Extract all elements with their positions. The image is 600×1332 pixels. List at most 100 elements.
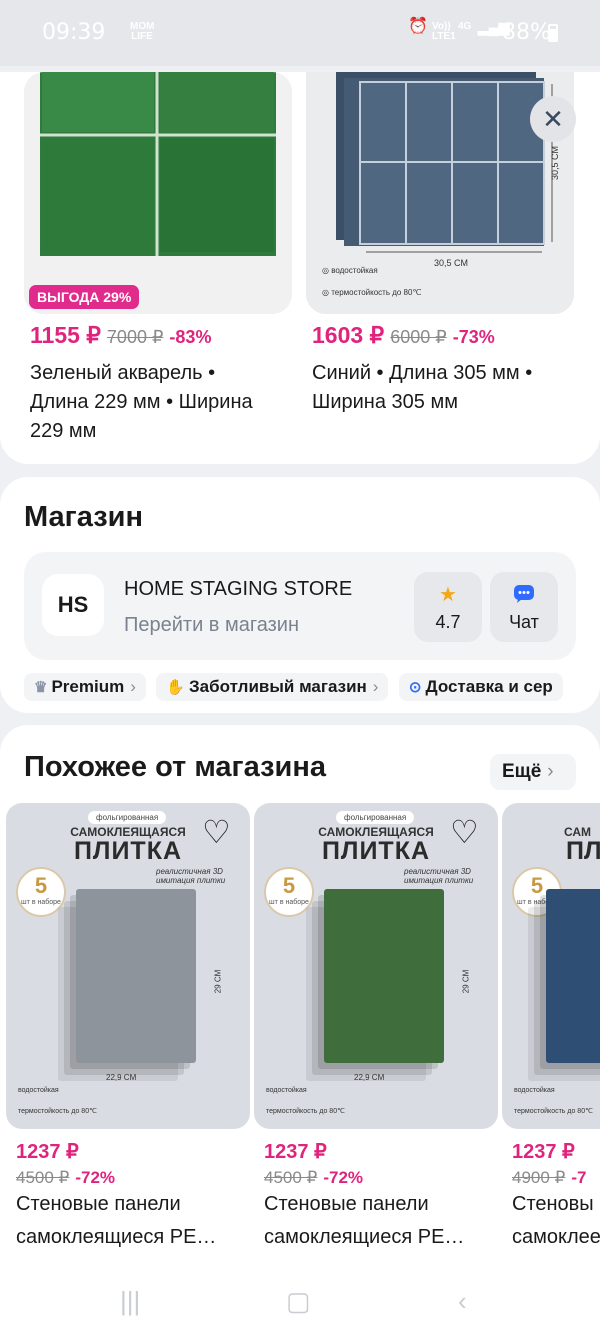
close-icon: ✕: [542, 104, 564, 134]
chip-label: Доставка и сер: [425, 677, 553, 696]
feature-waterproof-text: водостойкая: [331, 266, 378, 275]
set-count-badge: 5 шт в наборе: [264, 867, 314, 917]
price-discount: -73%: [452, 327, 495, 347]
close-button[interactable]: ✕: [530, 96, 576, 142]
tile-panel: [546, 889, 600, 1063]
battery-icon: [548, 24, 558, 42]
price-old: 6000 ₽: [390, 327, 447, 347]
carrier-logo: MOM LIFE: [130, 21, 155, 42]
back-icon[interactable]: ‹: [458, 1286, 467, 1317]
similar-card: Похожее от магазина Ещё › фольгированная …: [0, 725, 600, 1332]
product-image-green[interactable]: [24, 72, 292, 314]
title-line: Зеленый акварель •: [30, 362, 216, 384]
product-image: фольгированная САМОКЛЕЯЩАЯСЯ ПЛИТКА ♡ 5ш…: [6, 803, 250, 1129]
status-time: 09:39: [42, 20, 106, 45]
star-icon: ★: [439, 584, 457, 606]
tile-panel: [324, 889, 444, 1063]
alarm-icon: ⏰: [408, 18, 428, 35]
top-products-card: 30,5 CM 30,5 CM ◎ водостойкая ◎ термосто…: [0, 72, 600, 464]
dimension-height: 29 CM: [213, 969, 223, 994]
headline-2: ПЛ: [566, 837, 600, 865]
green-tile-photo: [24, 72, 292, 314]
set-count: 5: [282, 873, 296, 898]
rating-value: 4.7: [435, 612, 461, 632]
dimension-width: 30,5 CM: [434, 258, 469, 268]
hands-icon: ✋: [166, 679, 186, 696]
feature-heat-text: термостойкость до 80℃: [331, 288, 422, 297]
price-discount: -83%: [169, 327, 212, 347]
product-title-1[interactable]: Зеленый акварель • Длина 229 мм • Ширина…: [30, 359, 300, 446]
tag-foil: фольгированная: [336, 811, 415, 824]
crown-icon: ♛: [34, 679, 48, 696]
price-old: 7000 ₽: [106, 327, 164, 347]
title-line: самоклеящиеся PE…: [264, 1226, 465, 1248]
battery-percent: 88%: [502, 20, 551, 45]
price-current: 1603 ₽: [312, 322, 385, 348]
price-current: 1155 ₽: [30, 322, 101, 348]
price-current: 1237 ₽: [264, 1141, 327, 1163]
product-image: фольгированная САМОКЛЕЯЩАЯСЯ ПЛИТКА ♡ 5ш…: [254, 803, 498, 1129]
heart-icon[interactable]: ♡: [450, 813, 479, 851]
title-line: самоклее: [512, 1226, 600, 1248]
title-line: Стеновые панели: [16, 1193, 181, 1215]
title-line: Стеновы: [512, 1193, 594, 1215]
discount-badge: ВЫГОДА 29%: [29, 285, 140, 309]
similar-product-3[interactable]: САМ ПЛ 5 шт в наборе водостойкая термосто…: [502, 803, 600, 1254]
product-title-2[interactable]: Синий • Длина 305 мм • Ширина 305 мм: [312, 359, 582, 417]
status-bar: 09:39 MOM LIFE ⏰ Vo)) LTE1 4G ▂▄▆ 88%: [0, 0, 600, 66]
dimension-width: 22,9 CM: [106, 1073, 137, 1082]
tile-panel: [76, 889, 196, 1063]
heart-icon[interactable]: ♡: [202, 813, 231, 851]
price-current: 1237 ₽: [512, 1141, 575, 1163]
dimension-width: 22,9 CM: [354, 1073, 385, 1082]
set-count: 5: [34, 873, 48, 898]
feature-waterproof: водостойкая: [514, 1087, 555, 1094]
price-old: 4900 ₽: [512, 1168, 566, 1187]
delivery-icon: ⊙: [408, 679, 422, 696]
chip-caring-store[interactable]: ✋ Заботливый магазин ›: [156, 673, 389, 701]
feature-heat: термостойкость до 80℃: [514, 1108, 593, 1115]
set-count-unit: шт в наборе: [21, 899, 61, 906]
go-to-store-link[interactable]: Перейти в магазин: [124, 614, 299, 637]
home-icon[interactable]: ▢: [286, 1286, 311, 1317]
similar-product-2[interactable]: фольгированная САМОКЛЕЯЩАЯСЯ ПЛИТКА ♡ 5ш…: [254, 803, 498, 1254]
feature-waterproof: водостойкая: [266, 1087, 307, 1094]
note: реалистичная 3D имитация плитки: [156, 867, 226, 885]
chip-label: Premium: [51, 677, 125, 696]
price-discount: -72%: [323, 1168, 364, 1187]
title-line: Ширина 305 мм: [312, 391, 458, 413]
feature-waterproof: ◎ водостойкая: [322, 266, 378, 275]
network-type-icon: 4G: [458, 21, 472, 32]
price-current: 1237 ₽: [16, 1141, 79, 1163]
recent-apps-icon[interactable]: |||: [120, 1286, 140, 1317]
volte-icon: Vo)) LTE1: [432, 21, 456, 42]
similar-section-title: Похожее от магазина: [24, 751, 326, 783]
tag-foil: фольгированная: [88, 811, 167, 824]
more-label: Ещё: [502, 761, 542, 782]
note: реалистичная 3D имитация плитки: [404, 867, 474, 885]
title-line: самоклеящиеся PE…: [16, 1226, 217, 1248]
chip-delivery[interactable]: ⊙ Доставка и сер: [398, 673, 563, 701]
chat-icon: [490, 584, 558, 606]
title-line: Длина 229 мм • Ширина: [30, 391, 253, 413]
feature-heat: ◎ термостойкость до 80℃: [322, 288, 422, 297]
chip-premium[interactable]: ♛ Premium ›: [24, 673, 146, 701]
similar-product-1[interactable]: фольгированная САМОКЛЕЯЩАЯСЯ ПЛИТКА ♡ 5ш…: [6, 803, 250, 1254]
price-old: 4500 ₽: [264, 1168, 318, 1187]
price-discount: -72%: [75, 1168, 116, 1187]
store-name: HOME STAGING STORE: [124, 578, 353, 600]
more-button[interactable]: Ещё ›: [490, 754, 576, 790]
chevron-right-icon: ›: [372, 677, 379, 696]
chat-button[interactable]: Чат: [490, 572, 558, 642]
rating-button[interactable]: ★ 4.7: [414, 572, 482, 642]
title-line: Синий • Длина 305 мм •: [312, 362, 533, 384]
system-nav-bar: ||| ▢ ‹: [0, 1270, 600, 1332]
set-count-badge: 5 шт в наборе: [16, 867, 66, 917]
price-discount: -7: [571, 1168, 587, 1187]
feature-heat: термостойкость до 80℃: [266, 1108, 345, 1115]
store-row[interactable]: HS HOME STAGING STORE Перейти в магазин …: [24, 552, 576, 660]
shop-section-title: Магазин: [24, 501, 143, 533]
set-count-unit: шт в наборе: [269, 899, 309, 906]
store-badges: ♛ Premium › ✋ Заботливый магазин › ⊙ Доставка…: [24, 673, 569, 701]
chat-label: Чат: [509, 612, 539, 632]
